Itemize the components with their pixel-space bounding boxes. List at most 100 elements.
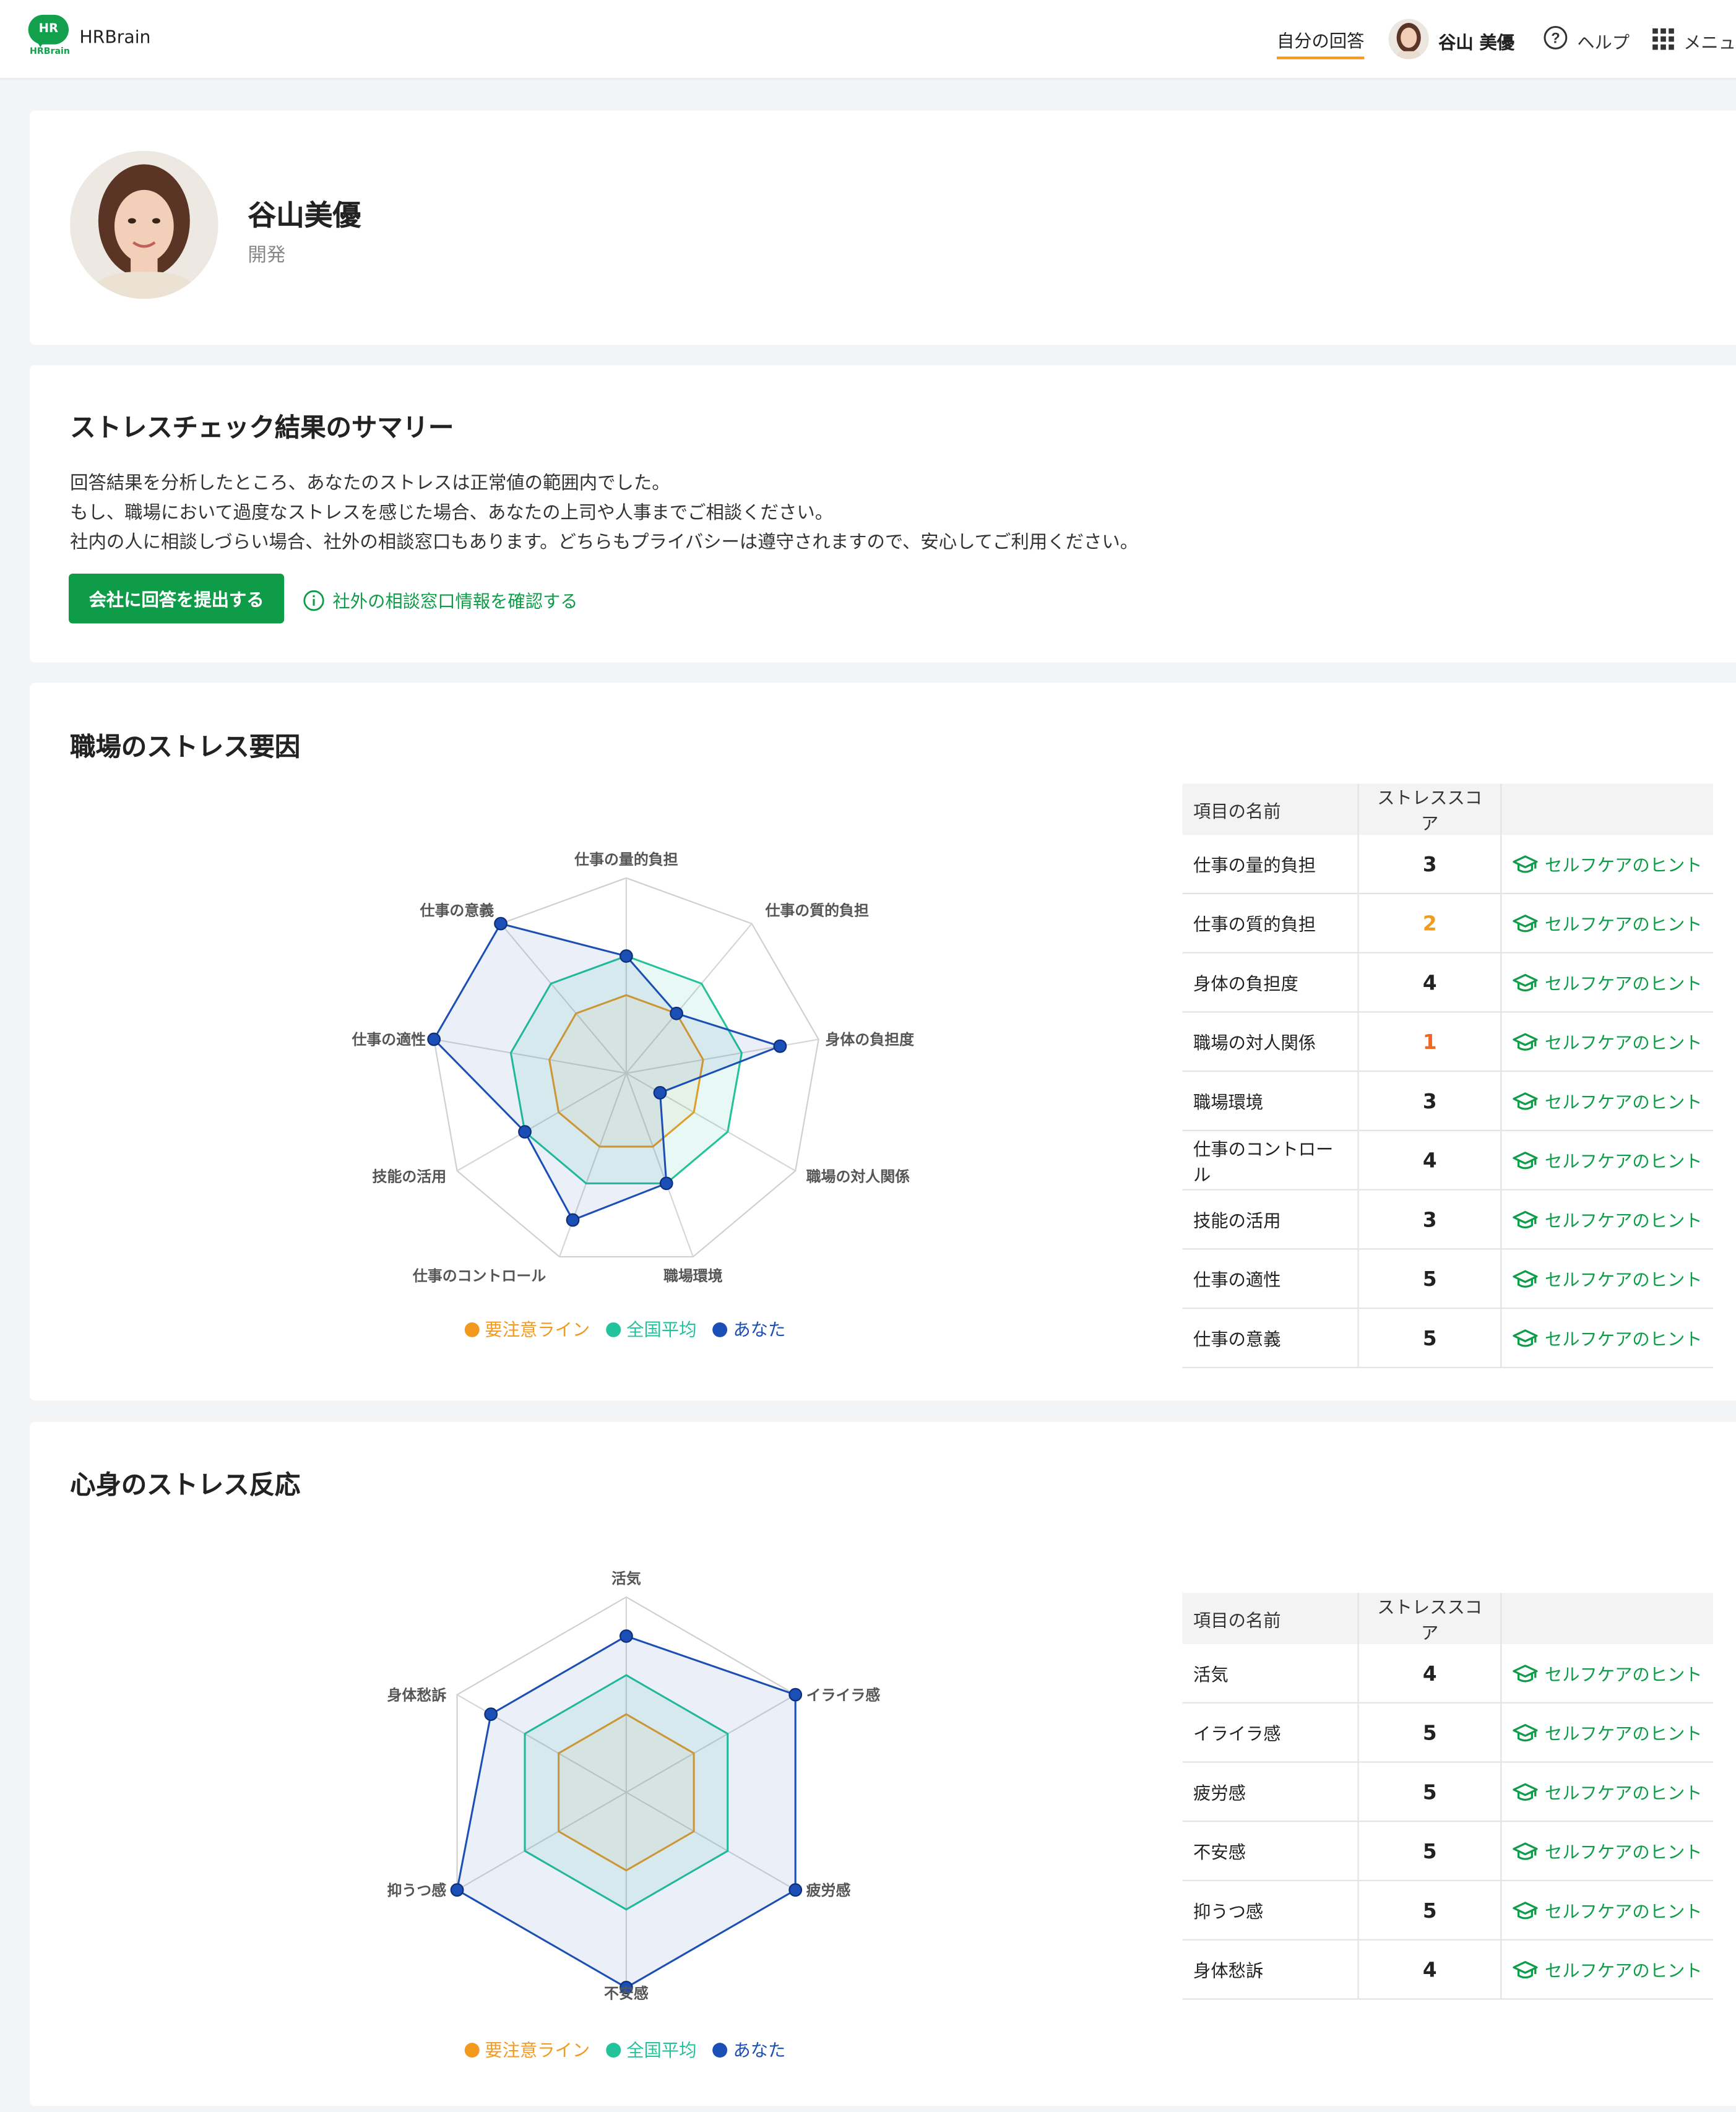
table-row: 身体の負担度 4 セルフケアのヒント [1182, 952, 1714, 1013]
radar-point-you[interactable] [566, 1213, 580, 1227]
col-header-score: ストレススコア [1358, 783, 1502, 835]
radar-axis-label: 職場の対人関係 [806, 1168, 910, 1186]
row-score: 2 [1358, 893, 1502, 954]
selfcare-hint-link[interactable]: セルフケアのヒント [1501, 1130, 1714, 1191]
radar-point-you[interactable] [788, 1687, 803, 1702]
graduation-cap-icon [1513, 915, 1538, 933]
radar-point-you[interactable] [620, 1629, 633, 1643]
radar-axis-label: 不安感 [604, 1985, 649, 2002]
legend-caution: 要注意ライン [464, 1321, 590, 1342]
radar-point-you[interactable] [494, 916, 507, 931]
radar-point-you[interactable] [788, 1883, 803, 1897]
col-header-name: 項目の名前 [1182, 1593, 1359, 1645]
graduation-cap-icon [1513, 1783, 1538, 1801]
table-row: 活気 4 セルフケアのヒント [1182, 1644, 1714, 1704]
logo-bubble: HR [28, 14, 69, 45]
nav-my-answer[interactable]: 自分の回答 [1276, 27, 1365, 59]
user-name[interactable]: 谷山 美優 [1438, 28, 1514, 54]
selfcare-hint-link[interactable]: セルフケアのヒント [1501, 1189, 1714, 1250]
selfcare-hint-link[interactable]: セルフケアのヒント [1501, 1308, 1714, 1368]
radar-point-you[interactable] [773, 1039, 787, 1053]
radar-axis-label: イライラ感 [806, 1686, 881, 1704]
help-icon[interactable]: ? [1544, 25, 1568, 50]
selfcare-hint-link[interactable]: セルフケアのヒント [1501, 1939, 1714, 2000]
selfcare-hint-link[interactable]: セルフケアのヒント [1501, 893, 1714, 954]
table-row: 身体愁訴 4 セルフケアのヒント [1182, 1939, 1714, 2000]
radar-axis-label: 職場環境 [663, 1267, 723, 1285]
selfcare-hint-link[interactable]: セルフケアのヒント [1501, 1702, 1714, 1763]
radar-axis-label: 抑うつ感 [387, 1882, 446, 1899]
row-score: 4 [1358, 1939, 1502, 2000]
col-header-hint [1501, 1593, 1714, 1645]
selfcare-hint-link[interactable]: セルフケアのヒント [1501, 1821, 1714, 1882]
table-row: 仕事の適性 5 セルフケアのヒント [1182, 1249, 1714, 1309]
radar-axis-label: 仕事のコントロール [412, 1267, 546, 1285]
selfcare-hint-link[interactable]: セルフケアのヒント [1501, 835, 1714, 894]
row-name: 活気 [1182, 1644, 1359, 1704]
row-name: 不安感 [1182, 1821, 1359, 1882]
row-score: 4 [1358, 1130, 1502, 1191]
radar-point-you[interactable] [620, 949, 633, 963]
workplace-score-table: 項目の名前 ストレススコア 仕事の量的負担 3 セルフケアのヒント 仕事の質的負担 2 セルフ… [1182, 783, 1714, 1368]
radar-axis-label: 仕事の量的負担 [574, 851, 678, 868]
row-score: 5 [1358, 1702, 1502, 1763]
table-row: 不安感 5 セルフケアのヒント [1182, 1821, 1714, 1882]
radar-axis-label: 仕事の質的負担 [764, 902, 869, 920]
logo-subtext: HRBrain [30, 45, 70, 57]
row-score: 5 [1358, 1821, 1502, 1882]
selfcare-hint-link[interactable]: セルフケアのヒント [1501, 1762, 1714, 1822]
row-score: 3 [1358, 1189, 1502, 1250]
row-score: 5 [1358, 1308, 1502, 1368]
radar-axis-label: 身体愁訴 [387, 1686, 446, 1704]
legend-you: あなた [712, 1321, 785, 1342]
selfcare-hint-link[interactable]: セルフケアのヒント [1501, 1880, 1714, 1941]
table-row: 職場環境 3 セルフケアのヒント [1182, 1071, 1714, 1131]
menu-link[interactable]: メニュー [1683, 28, 1736, 54]
selfcare-hint-link[interactable]: セルフケアのヒント [1501, 1644, 1714, 1704]
radar-point-you[interactable] [427, 1032, 441, 1046]
graduation-cap-icon [1513, 1842, 1538, 1860]
radar-point-you[interactable] [518, 1125, 532, 1139]
col-header-score: ストレススコア [1358, 1593, 1502, 1645]
graduation-cap-icon [1513, 855, 1538, 873]
row-name: 仕事の適性 [1182, 1249, 1359, 1309]
radar-point-you[interactable] [484, 1707, 498, 1722]
legend-national: 全国平均 [606, 1321, 696, 1342]
mindbody-score-table: 項目の名前 ストレススコア 活気 4 セルフケアのヒント イライラ感 5 セルフケアのヒント疲… [1182, 1593, 1714, 2000]
row-name: 職場の対人関係 [1182, 1012, 1359, 1072]
graduation-cap-icon [1513, 1960, 1538, 1979]
row-name: イライラ感 [1182, 1702, 1359, 1763]
grid-menu-icon[interactable] [1652, 28, 1674, 50]
table-row: 仕事の意義 5 セルフケアのヒント [1182, 1308, 1714, 1368]
graduation-cap-icon [1513, 1210, 1538, 1229]
selfcare-hint-link[interactable]: セルフケアのヒント [1501, 1012, 1714, 1072]
radar-point-you[interactable] [450, 1883, 464, 1897]
radar-point-you[interactable] [670, 1006, 683, 1020]
graduation-cap-icon [1513, 1092, 1538, 1110]
selfcare-hint-link[interactable]: セルフケアのヒント [1501, 952, 1714, 1013]
selfcare-hint-link[interactable]: セルフケアのヒント [1501, 1249, 1714, 1309]
legend-national: 全国平均 [606, 2041, 696, 2062]
profile-card: 谷山美優 開発 [29, 110, 1736, 345]
graduation-cap-icon [1513, 1270, 1538, 1288]
graduation-cap-icon [1513, 1665, 1538, 1683]
help-link[interactable]: ヘルプ [1577, 28, 1630, 54]
user-avatar[interactable] [1388, 19, 1429, 59]
mindbody-legend: 要注意ライン 全国平均 あなた [464, 2036, 797, 2062]
radar-point-you[interactable] [659, 1176, 673, 1191]
external-consult-link[interactable]: 社外の相談窓口情報を確認する [303, 587, 578, 613]
legend-you: あなた [712, 2041, 785, 2062]
row-score: 3 [1358, 835, 1502, 894]
selfcare-hint-link[interactable]: セルフケアのヒント [1501, 1071, 1714, 1131]
radar-axis-label: 疲労感 [806, 1882, 851, 1899]
radar-point-you[interactable] [653, 1086, 667, 1100]
radar-axis-label: 仕事の適性 [351, 1031, 426, 1048]
row-name: 身体愁訴 [1182, 1939, 1359, 2000]
row-name: 仕事の量的負担 [1182, 835, 1359, 894]
submit-answer-button[interactable]: 会社に回答を提出する [68, 574, 285, 624]
mindbody-radar-chart: 活気イライラ感疲労感不安感 抑うつ感 身体愁訴 [387, 1570, 881, 2002]
graduation-cap-icon [1513, 1329, 1538, 1347]
hrbrain-logo[interactable]: HR HRBrain [27, 14, 71, 58]
summary-card: ストレスチェック結果のサマリー 回答結果を分析したところ、あなたのストレスは正常… [29, 364, 1736, 663]
top-header: HR HRBrain HRBrain 自分の回答 谷山 美優 ? ヘルプ メニュ… [0, 0, 1736, 80]
